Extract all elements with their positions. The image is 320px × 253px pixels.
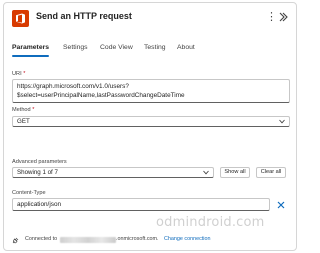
tab-settings[interactable]: Settings (63, 43, 88, 57)
tenant-domain-suffix: .onmicrosoft.com. (116, 236, 159, 242)
method-select[interactable]: GET (12, 116, 290, 127)
advanced-parameters-select[interactable]: Showing 1 of 7 (12, 167, 214, 178)
tab-parameters[interactable]: Parameters (12, 43, 50, 57)
uri-line-1: https://graph.microsoft.com/v1.0/users? (17, 83, 129, 90)
card-title: Send an HTTP request (36, 11, 132, 21)
show-all-button[interactable]: Show all (220, 167, 250, 178)
chevron-down-icon (279, 119, 285, 124)
collapse-chevron-icon[interactable] (278, 10, 288, 24)
content-type-label: Content-Type (12, 190, 46, 196)
uri-field[interactable]: https://graph.microsoft.com/v1.0/users? … (12, 79, 290, 103)
tab-about[interactable]: About (177, 43, 195, 57)
watermark: odmindroid.com (156, 215, 265, 230)
method-value: GET (17, 118, 30, 125)
advanced-parameters-label: Advanced parameters (12, 159, 67, 165)
redacted-tenant (60, 237, 116, 243)
method-label: Method * (12, 107, 35, 113)
chevron-down-icon (203, 170, 209, 175)
uri-line-2: $select=userPrincipalName,lastPasswordCh… (17, 91, 185, 99)
close-icon[interactable] (277, 201, 285, 209)
card-header: Send an HTTP request ⋮ (12, 9, 288, 27)
tab-testing[interactable]: Testing (144, 43, 166, 57)
advanced-parameters-value: Showing 1 of 7 (17, 169, 58, 176)
tab-code-view[interactable]: Code View (100, 43, 133, 57)
office-app-icon (12, 10, 29, 27)
uri-label: URI * (12, 71, 26, 77)
connected-to-text: Connected to (25, 236, 58, 242)
action-card: Send an HTTP request ⋮ Parameters Settin… (3, 2, 297, 251)
more-vertical-icon[interactable]: ⋮ (266, 10, 277, 24)
change-connection-link[interactable]: Change connection (164, 236, 210, 242)
content-type-input[interactable]: application/json (12, 198, 270, 211)
clear-all-button[interactable]: Clear all (256, 167, 286, 178)
plug-icon (12, 237, 19, 244)
